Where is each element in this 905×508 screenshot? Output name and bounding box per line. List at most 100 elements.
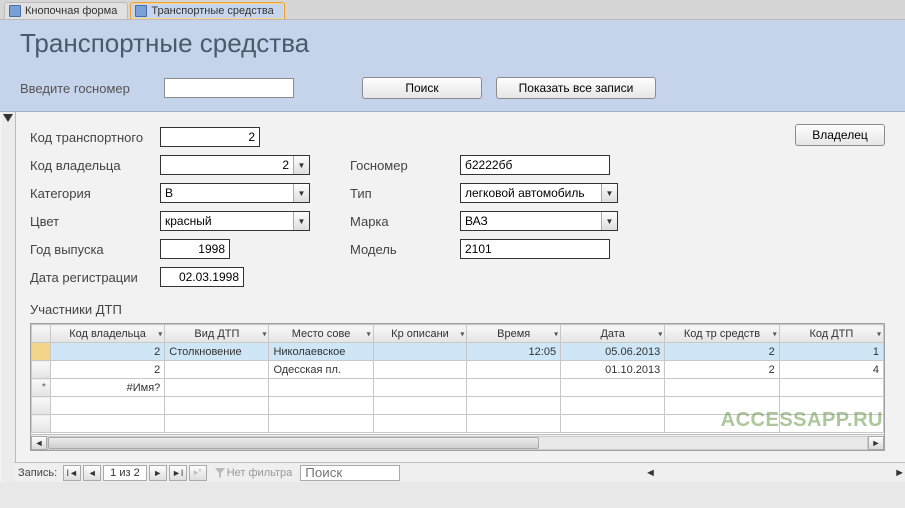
show-all-button[interactable]: Показать все записи xyxy=(496,77,656,99)
type-input[interactable] xyxy=(461,184,601,202)
row-selector[interactable] xyxy=(32,397,51,415)
cell[interactable] xyxy=(165,397,269,415)
cell[interactable] xyxy=(165,379,269,397)
cell[interactable] xyxy=(269,397,373,415)
col-header[interactable]: Дата▾ xyxy=(561,325,665,343)
col-header[interactable]: Место сове▾ xyxy=(269,325,373,343)
cell[interactable] xyxy=(165,361,269,379)
gosnum-search-input[interactable] xyxy=(164,78,294,98)
cell[interactable] xyxy=(561,379,665,397)
col-header[interactable]: Вид ДТП▾ xyxy=(165,325,269,343)
table-row[interactable]: 2СтолкновениеНиколаевское12:0505.06.2013… xyxy=(32,343,884,361)
cell[interactable]: 2 xyxy=(665,361,780,379)
cell[interactable]: Одесская пл. xyxy=(269,361,373,379)
chevron-down-icon: ▾ xyxy=(773,329,777,338)
model-input[interactable] xyxy=(460,239,610,259)
col-header[interactable]: Код ДТП▾ xyxy=(779,325,883,343)
cell[interactable]: 05.06.2013 xyxy=(561,343,665,361)
cell[interactable] xyxy=(373,415,467,433)
cell[interactable] xyxy=(269,379,373,397)
table-row[interactable]: *#Имя? xyxy=(32,379,884,397)
cell[interactable] xyxy=(373,397,467,415)
col-header[interactable]: Время▾ xyxy=(467,325,561,343)
cell[interactable] xyxy=(665,379,780,397)
cell[interactable] xyxy=(50,415,165,433)
scroll-right-button[interactable]: ► xyxy=(894,467,905,479)
cell[interactable] xyxy=(467,379,561,397)
select-all-corner[interactable] xyxy=(32,325,51,343)
color-combo[interactable]: ▼ xyxy=(160,211,310,231)
record-selector-bar[interactable] xyxy=(2,112,16,482)
new-record-button[interactable]: ▸* xyxy=(189,465,207,481)
search-row: Введите госномер Поиск Показать все запи… xyxy=(20,77,885,99)
cell[interactable] xyxy=(779,379,883,397)
cell[interactable] xyxy=(50,397,165,415)
brand-input[interactable] xyxy=(461,212,601,230)
cell[interactable] xyxy=(467,361,561,379)
filter-status[interactable]: Нет фильтра xyxy=(215,467,293,479)
category-input[interactable] xyxy=(161,184,293,202)
row-selector[interactable]: * xyxy=(32,379,51,397)
form-hscrollbar[interactable]: ◄ ► xyxy=(645,467,905,479)
cell[interactable]: 12:05 xyxy=(467,343,561,361)
col-header[interactable]: Кр описани▾ xyxy=(373,325,467,343)
type-combo[interactable]: ▼ xyxy=(460,183,618,203)
cell[interactable] xyxy=(561,397,665,415)
owner-button[interactable]: Владелец xyxy=(795,124,885,146)
regdate-input[interactable] xyxy=(160,267,244,287)
search-button[interactable]: Поиск xyxy=(362,77,482,99)
cell[interactable]: 2 xyxy=(665,343,780,361)
scroll-right-button[interactable]: ► xyxy=(868,436,884,450)
chevron-down-icon[interactable]: ▼ xyxy=(601,184,617,202)
cell[interactable]: #Имя? xyxy=(50,379,165,397)
row-selector[interactable] xyxy=(32,343,51,361)
chevron-down-icon[interactable]: ▼ xyxy=(293,212,309,230)
chevron-down-icon[interactable]: ▼ xyxy=(293,184,309,202)
next-record-button[interactable]: ► xyxy=(149,465,167,481)
cell[interactable] xyxy=(467,415,561,433)
cell[interactable] xyxy=(467,397,561,415)
prev-record-button[interactable]: ◄ xyxy=(83,465,101,481)
scroll-left-button[interactable]: ◄ xyxy=(645,467,656,479)
tab-transport[interactable]: Транспортные средства xyxy=(130,2,284,19)
recnav-search-input[interactable] xyxy=(300,465,400,481)
category-combo[interactable]: ▼ xyxy=(160,183,310,203)
datasheet-hscrollbar[interactable]: ◄ ► xyxy=(31,434,884,450)
cell[interactable]: 01.10.2013 xyxy=(561,361,665,379)
cell[interactable]: 2 xyxy=(50,361,165,379)
cell[interactable]: Николаевское xyxy=(269,343,373,361)
cell[interactable] xyxy=(373,361,467,379)
color-input[interactable] xyxy=(161,212,293,230)
cell[interactable] xyxy=(561,415,665,433)
col-header[interactable]: Код тр средств▾ xyxy=(665,325,780,343)
cell[interactable] xyxy=(373,379,467,397)
code-owner-combo[interactable]: ▼ xyxy=(160,155,310,175)
cell[interactable] xyxy=(269,415,373,433)
cell[interactable]: 2 xyxy=(50,343,165,361)
scrollbar-track[interactable] xyxy=(47,436,868,450)
col-header[interactable]: Код владельца▾ xyxy=(50,325,165,343)
cell[interactable]: Столкновение xyxy=(165,343,269,361)
scrollbar-thumb[interactable] xyxy=(48,437,539,449)
brand-combo[interactable]: ▼ xyxy=(460,211,618,231)
cell[interactable]: 1 xyxy=(779,343,883,361)
chevron-down-icon[interactable]: ▼ xyxy=(293,156,309,174)
code-transport-input[interactable] xyxy=(160,127,260,147)
tab-button-form[interactable]: Кнопочная форма xyxy=(4,2,128,19)
last-record-button[interactable]: ►I xyxy=(169,465,187,481)
first-record-button[interactable]: I◄ xyxy=(63,465,81,481)
cell[interactable] xyxy=(373,343,467,361)
page-title: Транспортные средства xyxy=(20,28,885,59)
gosnum-input[interactable] xyxy=(460,155,610,175)
chevron-down-icon[interactable]: ▼ xyxy=(601,212,617,230)
record-position[interactable]: 1 из 2 xyxy=(103,465,147,481)
year-input[interactable] xyxy=(160,239,230,259)
row-selector[interactable] xyxy=(32,361,51,379)
cell[interactable]: 4 xyxy=(779,361,883,379)
table-row[interactable]: 2Одесская пл.01.10.201324 xyxy=(32,361,884,379)
code-owner-input[interactable] xyxy=(161,156,293,174)
label-category: Категория xyxy=(30,186,160,201)
row-selector[interactable] xyxy=(32,415,51,433)
cell[interactable] xyxy=(165,415,269,433)
scroll-left-button[interactable]: ◄ xyxy=(31,436,47,450)
